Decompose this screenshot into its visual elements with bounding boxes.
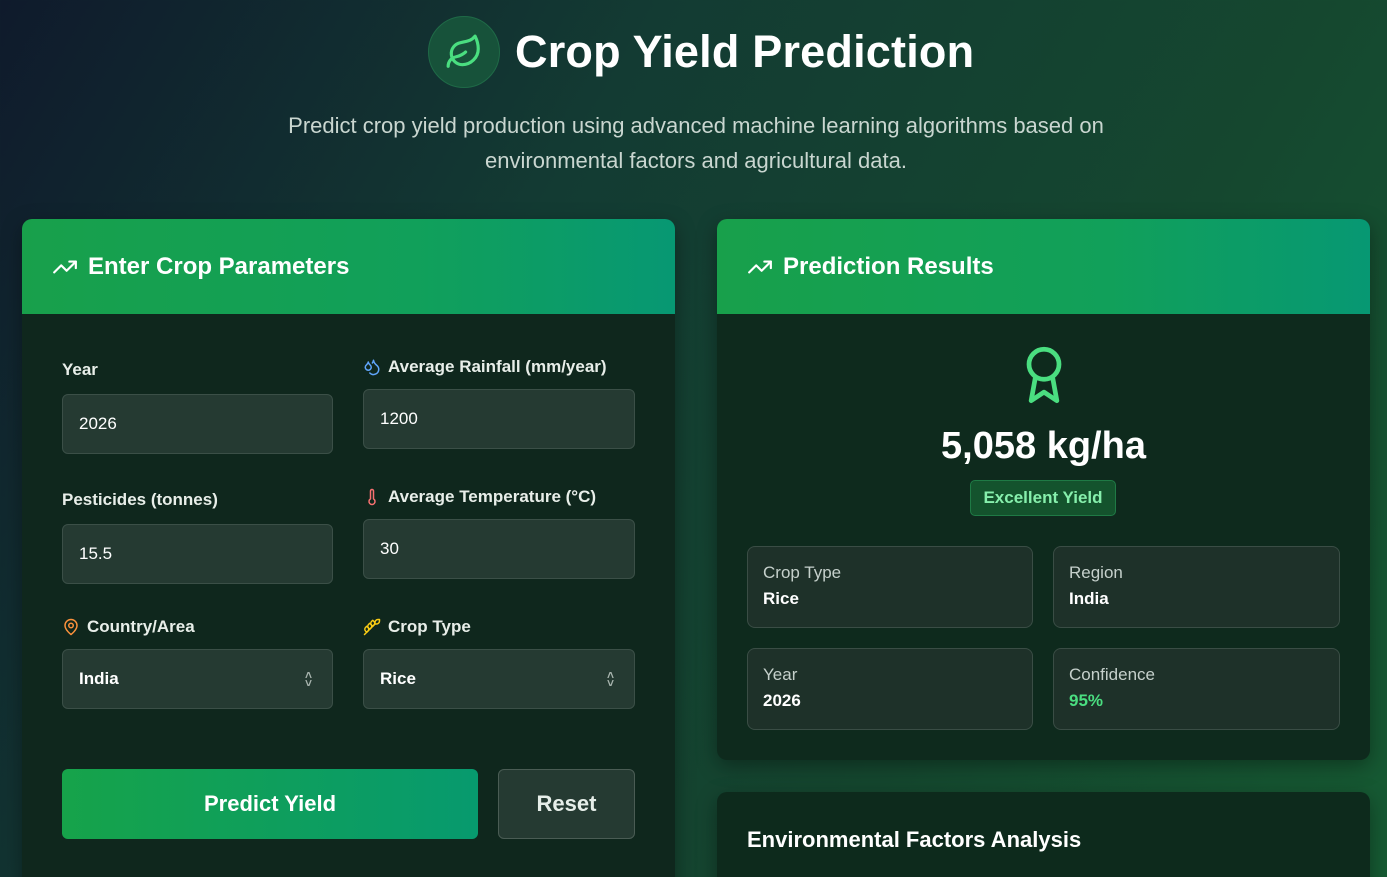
tile-label: Region (1069, 563, 1123, 582)
crop-type-label: Crop Type (363, 617, 471, 637)
droplets-icon (364, 359, 380, 376)
tile-label: Year (763, 665, 798, 684)
reset-button[interactable]: Reset (498, 769, 635, 839)
rainfall-label: Average Rainfall (mm/year) (363, 357, 607, 377)
crop-type-label-text: Crop Type (388, 617, 471, 636)
year-input-value: 2026 (79, 414, 117, 433)
pesticides-input-value: 15.5 (79, 544, 113, 563)
tile-value: Rice (763, 589, 799, 608)
year-label-text: Year (62, 360, 98, 379)
temperature-input[interactable]: 30 (363, 519, 635, 579)
pesticides-label: Pesticides (tonnes) (62, 490, 218, 510)
temperature-input-value: 30 (380, 539, 399, 558)
year-tile: Year 2026 (747, 648, 1033, 730)
predicted-yield-value: 5,058 kg/ha (941, 425, 1146, 467)
page-title: Crop Yield Prediction (515, 26, 975, 77)
thermometer-icon (368, 488, 376, 506)
country-label-text: Country/Area (87, 617, 195, 636)
tile-value: 2026 (763, 691, 801, 710)
trending-up-icon (748, 260, 772, 273)
chevrons-up-down-icon: ˄ ˅ (606, 668, 614, 690)
year-label: Year (62, 360, 98, 380)
pesticides-label-text: Pesticides (tonnes) (62, 490, 218, 509)
results-heading: Prediction Results (783, 252, 994, 280)
wheat-icon (363, 618, 381, 636)
award-icon (1026, 346, 1062, 404)
map-pin-icon (64, 618, 78, 636)
crop-type-select-value: Rice (380, 669, 416, 688)
tile-label: Crop Type (763, 563, 842, 582)
region-tile: Region India (1053, 546, 1340, 628)
temperature-label: Average Temperature (°C) (363, 487, 596, 507)
year-input[interactable]: 2026 (62, 394, 333, 454)
country-select-value: India (79, 669, 119, 688)
rainfall-input[interactable]: 1200 (363, 389, 635, 449)
prediction-results-card: Prediction Results 5,058 kg/ha Excellent… (717, 219, 1370, 760)
rainfall-label-text: Average Rainfall (mm/year) (388, 357, 607, 376)
leaf-logo (428, 16, 500, 88)
confidence-value: 95% (1069, 691, 1104, 710)
predict-yield-button[interactable]: Predict Yield (62, 769, 478, 839)
country-select[interactable]: India ˄ ˅ (62, 649, 333, 709)
environmental-factors-heading: Environmental Factors Analysis (747, 827, 1082, 852)
country-label: Country/Area (62, 617, 195, 637)
chevrons-up-down-icon: ˄ ˅ (304, 668, 312, 690)
crop-type-tile: Crop Type Rice (747, 546, 1033, 628)
environmental-factors-card: Environmental Factors Analysis (717, 792, 1370, 877)
leaf-icon (446, 34, 480, 68)
results-card-header: Prediction Results (717, 219, 1370, 314)
parameters-card-header: Enter Crop Parameters (22, 219, 675, 314)
tile-value: India (1069, 589, 1109, 608)
crop-type-select[interactable]: Rice ˄ ˅ (363, 649, 635, 709)
crop-parameters-card: Enter Crop Parameters Year 2026 Average … (22, 219, 675, 877)
confidence-tile: Confidence 95% (1053, 648, 1340, 730)
title-row: Crop Yield Prediction (428, 16, 974, 88)
parameters-heading: Enter Crop Parameters (88, 252, 350, 280)
tile-label: Confidence (1069, 665, 1156, 684)
rainfall-input-value: 1200 (380, 409, 418, 428)
trending-up-icon (53, 260, 77, 273)
yield-quality-badge: Excellent Yield (970, 480, 1116, 516)
temperature-label-text: Average Temperature (°C) (388, 487, 597, 506)
pesticides-input[interactable]: 15.5 (62, 524, 333, 584)
page-subtitle: Predict crop yield production using adva… (288, 113, 1104, 173)
